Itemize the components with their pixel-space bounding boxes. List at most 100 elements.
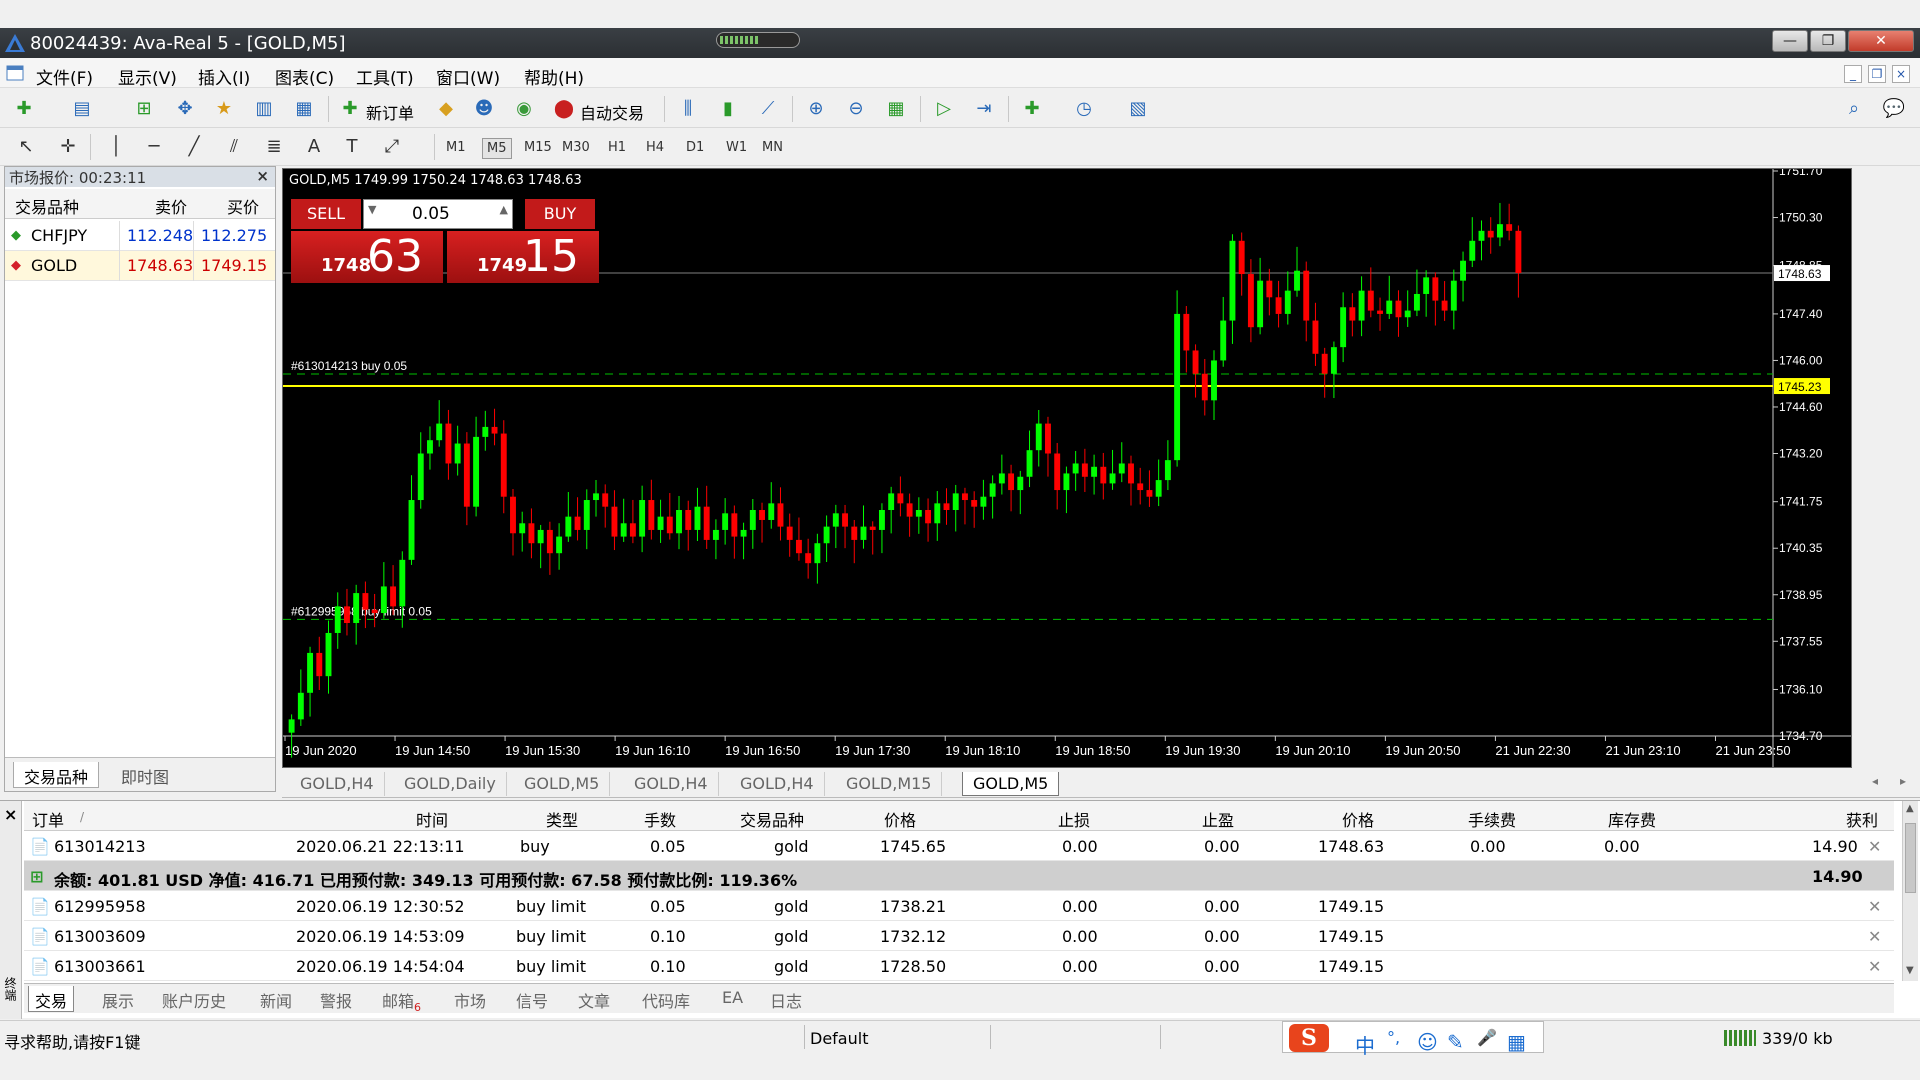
col-lots[interactable]: 手数 [644,807,676,831]
new-order-icon[interactable]: ✚ [338,98,362,120]
candlestick-icon[interactable]: ▮ [716,98,740,120]
tab-scroll-right-icon[interactable]: ▸ [1900,774,1906,788]
text-icon[interactable]: A [302,136,326,158]
equidistant-channel-icon[interactable]: ⫽ [222,136,246,158]
timeframe-m15[interactable]: M15 [520,138,556,157]
col-price[interactable]: 价格 [884,807,916,831]
col-order[interactable]: 订单 [32,807,64,831]
pending-order-row[interactable]: 📄 613003661 2020.06.19 14:54:04 buy limi… [24,951,1894,981]
signals-icon[interactable]: ◉ [512,98,536,120]
pending-order-row[interactable]: 📄 612995958 2020.06.19 12:30:52 buy limi… [24,891,1894,921]
ime-chinese-mode[interactable]: 中 [1355,1030,1375,1059]
tab-alerts[interactable]: 警报 [314,986,358,1012]
close-order-icon[interactable]: ✕ [1868,837,1881,856]
horizontal-line-icon[interactable]: ─ [142,136,166,158]
col-commission[interactable]: 手续费 [1468,807,1516,831]
buy-button[interactable]: BUY [525,199,595,229]
navigator-icon[interactable]: ★ [212,98,236,120]
zoom-in-icon[interactable]: ⊕ [804,98,828,120]
sogou-logo-icon[interactable]: S [1289,1024,1329,1052]
arrows-icon[interactable]: ⤢ [380,136,404,158]
terminal-close-icon[interactable]: × [4,805,17,824]
chart-tab[interactable]: GOLD,H4 [290,772,385,796]
tab-signals[interactable]: 信号 [510,986,554,1012]
chat-icon[interactable]: 💬 [1882,98,1906,120]
fibonacci-icon[interactable]: ≣ [262,136,286,158]
col-swap[interactable]: 库存费 [1608,807,1656,831]
scroll-up-icon[interactable]: ▲ [1906,803,1914,814]
tab-market[interactable]: 市场 [448,986,492,1012]
col-time[interactable]: 时间 [416,807,448,831]
chart-tab[interactable]: GOLD,H4 [624,772,719,796]
symbol-row-chfjpy[interactable]: ◆ CHFJPY 112.248 112.275 [5,221,275,251]
profiles-icon[interactable]: ▤ [70,98,94,120]
col-tp[interactable]: 止盈 [1202,807,1234,831]
tab-symbols[interactable]: 交易品种 [13,762,100,788]
minimize-button[interactable]: — [1772,30,1808,52]
account-icon[interactable]: ☻ [472,98,496,120]
col-type[interactable]: 类型 [546,807,578,831]
ime-voice-icon[interactable]: 🎤 [1477,1028,1497,1047]
col-symbol[interactable]: 交易品种 [740,807,804,831]
mdi-close-button[interactable]: × [1892,65,1910,83]
ime-emoji-icon[interactable]: ☺ [1417,1030,1438,1054]
market-watch-icon[interactable]: ⊞ [132,98,156,120]
line-chart-icon[interactable]: ⟋ [756,98,780,120]
zoom-out-icon[interactable]: ⊖ [844,98,868,120]
col-symbol[interactable]: 交易品种 [15,194,79,218]
timeframe-m30[interactable]: M30 [558,138,594,157]
tile-windows-icon[interactable]: ▦ [884,98,908,120]
timeframe-h4[interactable]: H4 [642,138,668,157]
strategy-tester-icon[interactable]: ▦ [292,98,316,120]
symbol-row-gold[interactable]: ◆ GOLD 1748.63 1749.15 [5,251,275,281]
chart-tab[interactable]: GOLD,M5 [514,772,611,796]
chart-shift-icon[interactable]: ⇥ [972,98,996,120]
tab-code-base[interactable]: 代码库 [636,986,696,1012]
trendline-icon[interactable]: ╱ [182,136,206,158]
tab-tick-chart[interactable]: 即时图 [111,762,179,788]
delete-order-icon[interactable]: ✕ [1868,897,1881,916]
auto-trading-button[interactable]: 自动交易 [580,100,644,124]
tab-trade[interactable]: 交易 [28,986,75,1012]
chart-tab-active[interactable]: GOLD,M5 [962,772,1060,796]
new-chart-icon[interactable]: ✚ [12,98,36,120]
crosshair-icon[interactable]: ✛ [56,136,80,158]
ime-toolbox-icon[interactable]: ▦ [1507,1030,1526,1054]
timeframe-mn[interactable]: MN [758,138,787,157]
timeframe-m5[interactable]: M5 [482,138,512,159]
sell-price-button[interactable]: 1748 63 [291,231,443,283]
lots-up-arrow-icon[interactable]: ▲ [500,203,508,216]
tab-news[interactable]: 新闻 [254,986,298,1012]
buy-price-button[interactable]: 1749 15 [447,231,599,283]
metaeditor-icon[interactable]: ◆ [434,98,458,120]
lots-down-arrow-icon[interactable]: ▼ [368,203,376,216]
cursor-icon[interactable]: ↖ [14,136,38,158]
col-sl[interactable]: 止损 [1058,807,1090,831]
search-icon[interactable]: ⌕ [1842,98,1866,120]
chart-tab[interactable]: GOLD,Daily [394,772,507,796]
menu-help[interactable]: 帮助(H) [524,64,584,89]
vertical-line-icon[interactable]: │ [104,136,128,158]
scroll-down-icon[interactable]: ▼ [1906,965,1914,976]
menu-file[interactable]: 文件(F) [36,64,93,89]
col-profit[interactable]: 获利 [1846,807,1878,831]
trade-row[interactable]: 📄 613014213 2020.06.21 22:13:11 buy 0.05… [24,831,1894,861]
text-label-icon[interactable]: T [340,136,364,158]
tab-exposure[interactable]: 展示 [96,986,140,1012]
new-order-button[interactable]: 新订单 [366,100,414,124]
profile-name[interactable]: Default [810,1029,868,1048]
tab-mailbox[interactable]: 邮箱6 [376,986,427,1014]
timeframe-d1[interactable]: D1 [682,138,708,157]
delete-order-icon[interactable]: ✕ [1868,957,1881,976]
chart-window[interactable]: 1751.701750.301748.851747.401746.001744.… [282,168,1852,768]
mdi-minimize-button[interactable]: _ [1844,65,1862,83]
tab-scroll-left-icon[interactable]: ◂ [1872,774,1878,788]
mdi-restore-button[interactable]: ❐ [1868,65,1886,83]
ime-handwriting-icon[interactable]: ✎ [1447,1030,1464,1054]
periods-icon[interactable]: ◷ [1072,98,1096,120]
market-watch-close-button[interactable]: × [256,167,269,185]
terminal-icon[interactable]: ▥ [252,98,276,120]
menu-view[interactable]: 显示(V) [118,64,177,89]
pending-order-row[interactable]: 📄 613003609 2020.06.19 14:53:09 buy limi… [24,921,1894,951]
templates-icon[interactable]: ▧ [1126,98,1150,120]
